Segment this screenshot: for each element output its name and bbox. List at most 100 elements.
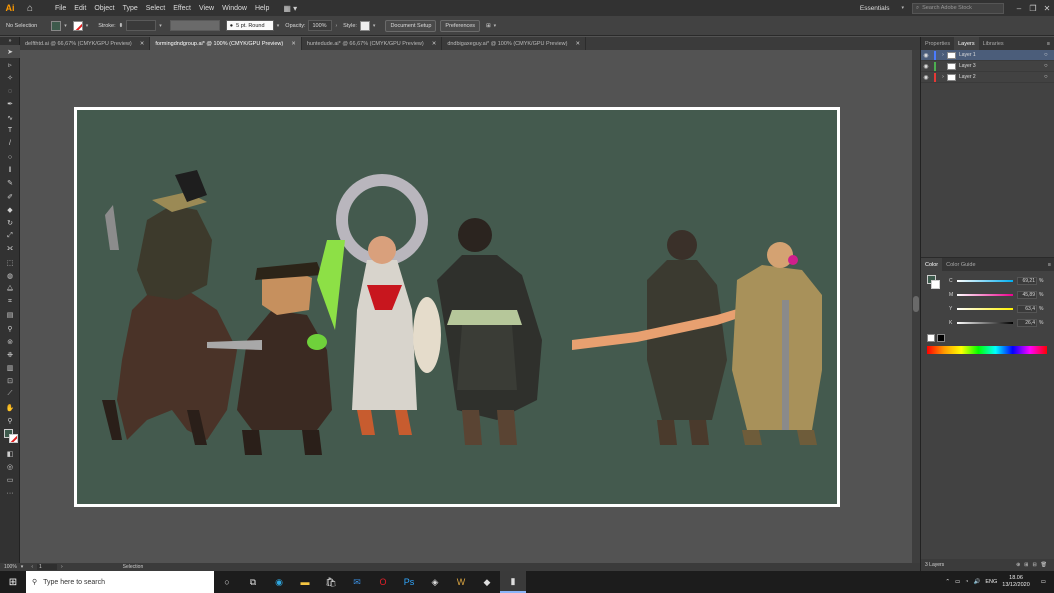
layer-row[interactable]: ◉ Layer 3 ○ [921,61,1054,72]
blend-tool-icon[interactable]: ⊚ [0,335,20,348]
pen-tool-icon[interactable]: ✒ [0,98,20,111]
draw-mode-icon[interactable]: ◎ [0,461,20,474]
store-icon[interactable]: 🛍 [318,571,344,593]
graphic-style-swatch[interactable] [359,20,370,31]
ellipse-tool-icon[interactable]: ○ [0,151,20,164]
tool-stroke-swatch[interactable] [9,434,18,444]
magenta-slider[interactable]: M 45,89 % [949,290,1053,300]
slider-track[interactable] [957,308,1013,310]
task-view-icon[interactable]: ⧉ [240,571,266,593]
warcraft-icon[interactable]: W [448,571,474,593]
home-icon[interactable]: ⌂ [23,1,37,15]
clock[interactable]: 18.06 13/12/2020 [1002,575,1030,589]
toolbar-collapse-icon[interactable]: » [0,37,20,45]
opera-icon[interactable]: O [370,571,396,593]
arrange-documents-icon[interactable]: ▦ ▾ [283,4,301,13]
stroke-stepper-icon[interactable]: ⬍ [119,23,124,29]
magic-wand-tool-icon[interactable]: ✧ [0,71,20,84]
artboard-number[interactable]: 1 [36,564,57,570]
close-button[interactable]: ✕ [1040,4,1054,13]
layer-target-icon[interactable]: ○ [1044,74,1054,80]
free-transform-tool-icon[interactable]: ⬚ [0,256,20,269]
layer-target-icon[interactable]: ○ [1044,52,1054,58]
app-icon[interactable]: ◈ [422,571,448,593]
panel-menu-icon[interactable]: ≡ [1047,41,1050,47]
style-chevron-icon[interactable]: ▾ [373,23,376,29]
adobe-stock-search[interactable]: ⌕ Search Adobe Stock [912,2,1004,14]
fill-swatch[interactable] [51,20,62,31]
network-icon[interactable]: ▭ [955,579,960,585]
layer-name[interactable]: Layer 1 [959,52,1044,58]
close-tab-icon[interactable]: ✕ [140,41,145,47]
document-setup-button[interactable]: Document Setup [385,19,437,32]
channel-value[interactable]: 45,89 [1017,291,1037,299]
brush-chevron-icon[interactable]: ▾ [277,23,280,29]
eraser-tool-icon[interactable]: ◆ [0,203,20,216]
layer-actions-icons[interactable]: ⊕⊞⊟🗑 [1016,562,1051,568]
zoom-chevron-icon[interactable]: ▾ [21,564,24,570]
stroke-chevron-icon[interactable]: ▾ [86,23,89,29]
cortana-icon[interactable]: ○ [214,571,240,593]
stroke-swatch[interactable] [72,20,83,31]
cyan-slider[interactable]: C 69,21 % [949,276,1053,286]
black-swatch[interactable] [937,334,945,342]
symbol-sprayer-tool-icon[interactable]: ❉ [0,348,20,361]
stroke-color-control[interactable]: ▾ [72,20,89,31]
variable-width-profile[interactable] [169,20,220,31]
close-tab-icon[interactable]: ✕ [432,41,437,47]
yellow-slider[interactable]: Y 63,4 % [949,304,1053,314]
artboard-tool-icon[interactable]: ⊡ [0,375,20,388]
align-icon[interactable]: ⊞ [486,23,491,29]
tab-properties[interactable]: Properties [921,37,954,50]
expand-arrow-icon[interactable]: › [939,52,947,58]
lasso-tool-icon[interactable]: ◌ [0,85,20,98]
illustrator-taskbar-icon[interactable]: ▮ [500,571,526,593]
artboard-next-icon[interactable]: › [61,564,63,570]
tray-chevron-icon[interactable]: ⌃ [945,579,950,585]
screen-mode-icon[interactable]: ▭ [0,474,20,487]
curvature-tool-icon[interactable]: ∿ [0,111,20,124]
opacity-chevron-icon[interactable]: › [335,23,337,29]
windows-start-icon[interactable]: ⊞ [0,571,26,593]
color-panel-menu-icon[interactable]: ≡ [1048,262,1051,268]
type-tool-icon[interactable]: T [0,124,20,137]
line-tool-icon[interactable]: / [0,137,20,150]
vertical-scrollbar[interactable] [912,50,920,563]
eyedropper-tool-icon[interactable]: ⚲ [0,322,20,335]
tab-delfthtd[interactable]: delfthtd.ai @ 66,67% (CMYK/GPU Preview) … [20,37,151,50]
artboard[interactable] [74,107,840,507]
more-tools-icon[interactable]: ··· [0,487,20,500]
fill-stroke-swatches[interactable] [0,427,19,447]
taskbar-search[interactable]: ⚲ Type here to search [26,571,214,593]
layer-target-icon[interactable]: ○ [1044,63,1054,69]
workspace-switcher[interactable]: Essentials [860,5,890,12]
selection-tool-icon[interactable]: ➤ [0,45,20,59]
zoom-level[interactable]: 100% [4,564,17,570]
hand-tool-icon[interactable]: ✋ [0,401,20,414]
mail-icon[interactable]: ✉ [344,571,370,593]
close-tab-icon[interactable]: ✕ [575,41,580,47]
fill-control[interactable]: ▾ [51,20,67,31]
menu-select[interactable]: Select [146,5,165,12]
wifi-icon[interactable]: ◔ [965,579,968,585]
menu-file[interactable]: File [55,5,66,12]
color-stroke-swatch[interactable] [931,280,940,289]
visibility-eye-icon[interactable]: ◉ [921,74,931,81]
slider-track[interactable] [957,322,1013,324]
tab-layers[interactable]: Layers [954,37,979,50]
close-tab-icon[interactable]: ✕ [291,41,296,47]
width-tool-icon[interactable]: ⟗ [0,243,20,256]
language-indicator[interactable]: ENG [985,579,997,585]
menu-object[interactable]: Object [94,5,114,12]
none-swatch[interactable] [927,334,935,342]
layer-row[interactable]: ◉ › Layer 1 ○ [921,50,1054,61]
tab-libraries[interactable]: Libraries [979,37,1008,50]
menu-effect[interactable]: Effect [173,5,191,12]
edge-icon[interactable]: ◉ [266,571,292,593]
tab-color[interactable]: Color [921,258,943,271]
perspective-grid-tool-icon[interactable]: ⧋ [0,282,20,295]
slider-track[interactable] [957,294,1013,296]
menu-type[interactable]: Type [123,5,138,12]
preferences-button[interactable]: Preferences [440,19,481,32]
brush-definition[interactable]: ● 5 pt. Round [225,20,274,31]
